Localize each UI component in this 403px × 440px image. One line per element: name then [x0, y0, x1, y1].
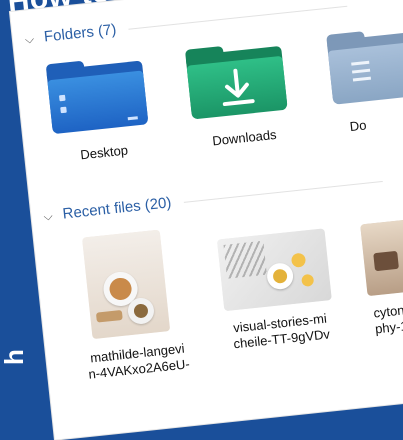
- chevron-down-icon[interactable]: ⌵: [43, 209, 54, 225]
- folder-downloads[interactable]: [184, 40, 288, 120]
- desktop-folder-icon: [47, 70, 149, 135]
- folder-documents-label: Do: [349, 117, 368, 135]
- download-folder-icon: [186, 55, 288, 120]
- side-banner-text: h: [0, 349, 29, 365]
- recent-file-1-name: mathilde-langevi n-4VAKxo2A6eU-: [82, 340, 195, 383]
- recent-file-thumb-2[interactable]: [216, 228, 332, 312]
- file-explorer-panel: ⌵ Folders (7) Desktop Downloads Do ⌵ Rec…: [10, 0, 403, 440]
- folders-section-label: Folders (7): [43, 21, 118, 46]
- folder-desktop[interactable]: [45, 55, 149, 135]
- section-divider: [183, 180, 383, 203]
- recent-file-thumb-1[interactable]: [81, 229, 171, 340]
- recent-files-section-label: Recent files (20): [61, 194, 173, 223]
- folder-desktop-label: Desktop: [79, 142, 129, 163]
- folder-documents[interactable]: [326, 25, 403, 105]
- recent-file-thumb-3[interactable]: [360, 217, 403, 297]
- folders-section-header[interactable]: ⌵ Folders (7): [24, 0, 348, 48]
- folder-downloads-label: Downloads: [211, 126, 278, 149]
- documents-folder-icon: [327, 40, 403, 105]
- section-divider: [128, 5, 348, 30]
- recent-file-3-name: cytonn phy-1: [373, 299, 403, 337]
- recent-file-2-name: visual-stories-mi cheile-TT-9gVDv: [220, 309, 343, 353]
- chevron-down-icon[interactable]: ⌵: [24, 32, 35, 48]
- recent-files-section-header[interactable]: ⌵ Recent files (20): [43, 172, 384, 225]
